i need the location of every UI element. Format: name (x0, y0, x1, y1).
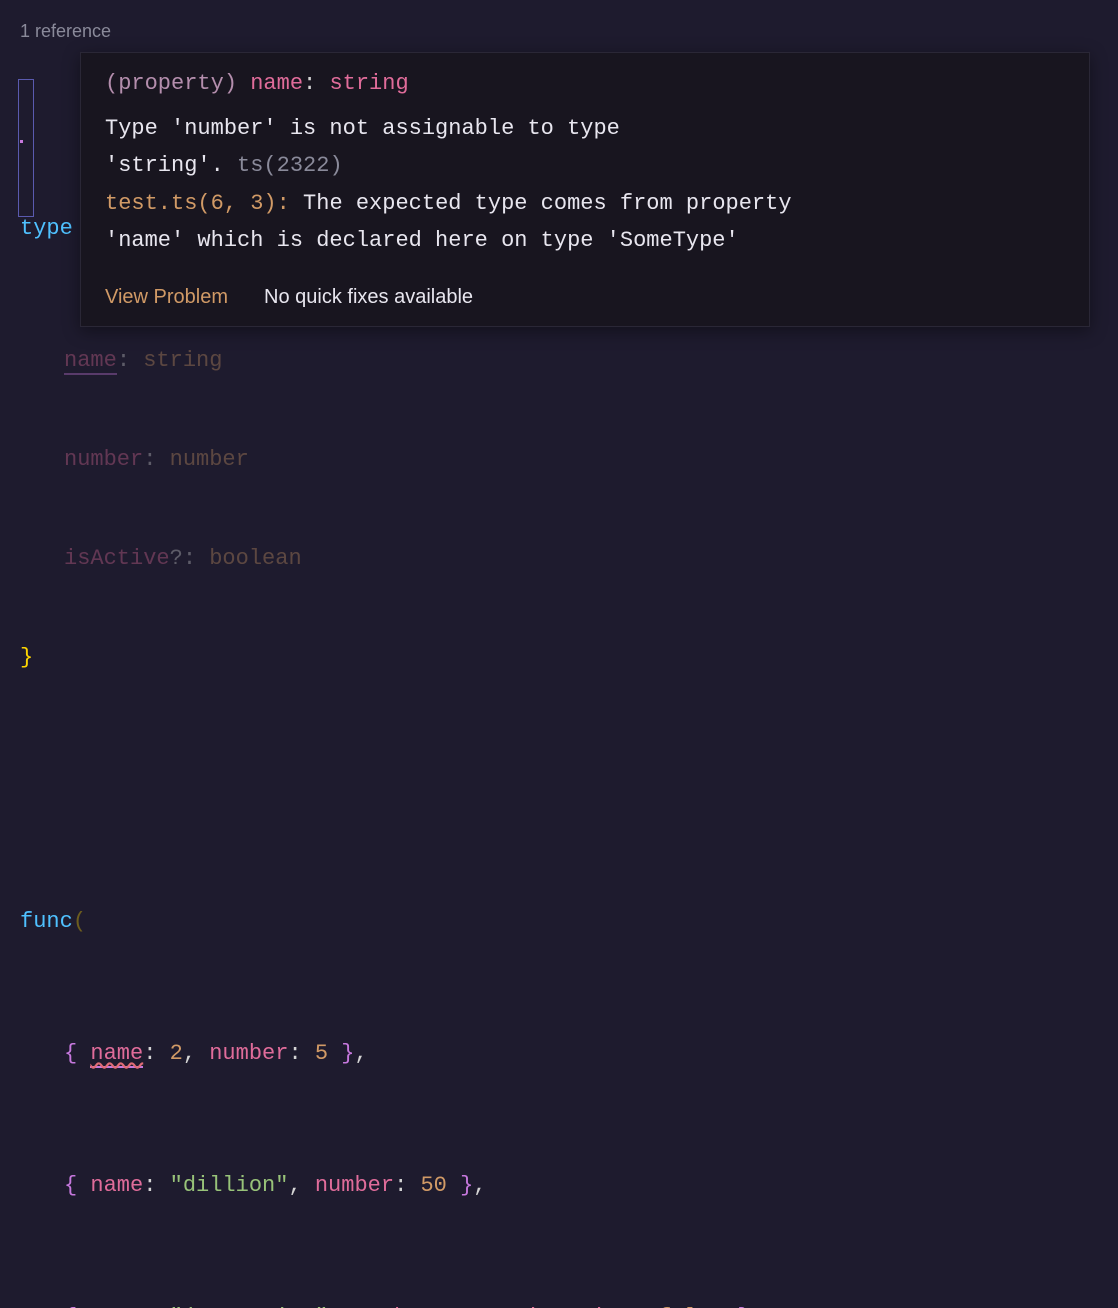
blank-line (20, 773, 1098, 806)
no-quick-fixes-label: No quick fixes available (264, 282, 473, 312)
code-line: name: string (20, 344, 1098, 377)
view-problem-link[interactable]: View Problem (105, 282, 228, 312)
code-line: } (20, 641, 1098, 674)
code-line: { name: "dillion", number: 50 }, (20, 1169, 1098, 1202)
code-line: { name: 2, number: 5 }, (20, 1037, 1098, 1070)
codelens-references[interactable]: 1 reference (20, 18, 1098, 45)
selection-outline (18, 79, 34, 217)
error-code: ts(2322) (237, 153, 343, 178)
error-token-name[interactable]: name (90, 1041, 143, 1068)
keyword-type: type (20, 216, 73, 241)
hover-error-message: Type 'number' is not assignable to type … (81, 110, 1089, 270)
hover-signature: (property) name: string (81, 53, 1089, 110)
code-line: isActive?: boolean (20, 542, 1098, 575)
gutter-marker (20, 140, 23, 143)
source-reference[interactable]: test.ts(6, 3): (105, 191, 290, 216)
keyword-function: func (20, 909, 73, 934)
code-line: { name: "javascript", number: 500, isAct… (20, 1301, 1098, 1308)
hover-footer: View Problem No quick fixes available (81, 270, 1089, 326)
code-line: number: number (20, 443, 1098, 476)
hover-tooltip: (property) name: string Type 'number' is… (80, 52, 1090, 327)
code-line: func( (20, 905, 1098, 938)
